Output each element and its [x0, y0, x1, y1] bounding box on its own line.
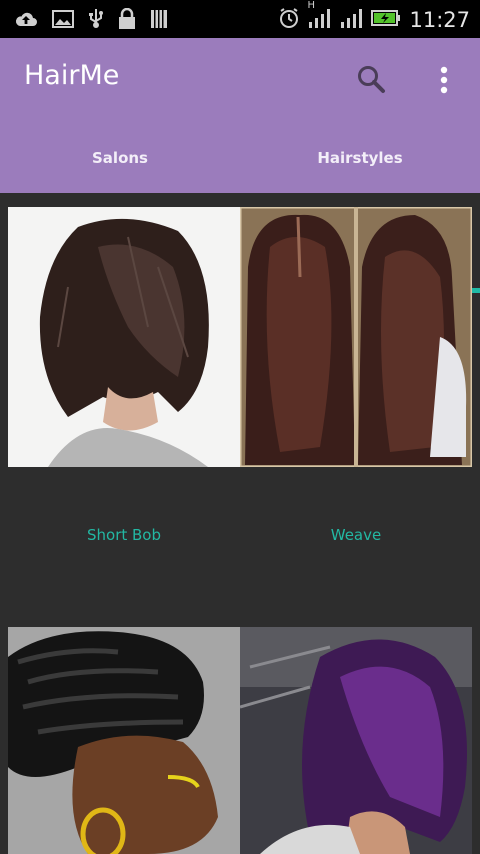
hairstyle-name[interactable]: Weave [240, 526, 472, 544]
signal-h-icon: H [307, 0, 331, 34]
hairstyle-image-weave[interactable] [240, 207, 472, 467]
battery-charging-icon [371, 9, 401, 31]
status-bar: H 11:27 [0, 0, 480, 38]
search-button[interactable] [354, 62, 390, 98]
network-type-label: H [307, 0, 315, 11]
system-icons: H 11:27 [279, 0, 470, 34]
usb-icon [88, 8, 104, 34]
tab-hairstyles[interactable]: Hairstyles [240, 138, 480, 193]
alarm-icon [279, 7, 299, 33]
image-icon [52, 9, 74, 33]
clock: 11:27 [409, 8, 470, 32]
signal-icon [339, 6, 363, 34]
barcode-icon [150, 9, 168, 33]
hairstyle-image-twist-updo[interactable] [8, 627, 240, 854]
app-bar: HairMe Salons Hairstyles [0, 38, 480, 293]
app-title: HairMe [24, 60, 120, 91]
tab-bar: Salons Hairstyles [0, 138, 480, 293]
search-icon [358, 66, 385, 93]
overflow-menu-icon [440, 66, 448, 94]
overflow-menu-button[interactable] [430, 60, 458, 100]
hairstyles-grid: Short Bob Weave [0, 193, 480, 854]
cloud-upload-icon [14, 9, 38, 33]
tab-salons[interactable]: Salons [0, 138, 240, 193]
hairstyle-image-short-bob[interactable] [8, 207, 240, 467]
hairstyle-image-purple-bob[interactable] [240, 627, 472, 854]
notification-icons [14, 7, 168, 34]
lock-icon [118, 7, 136, 34]
hairstyle-name[interactable]: Short Bob [8, 526, 240, 544]
